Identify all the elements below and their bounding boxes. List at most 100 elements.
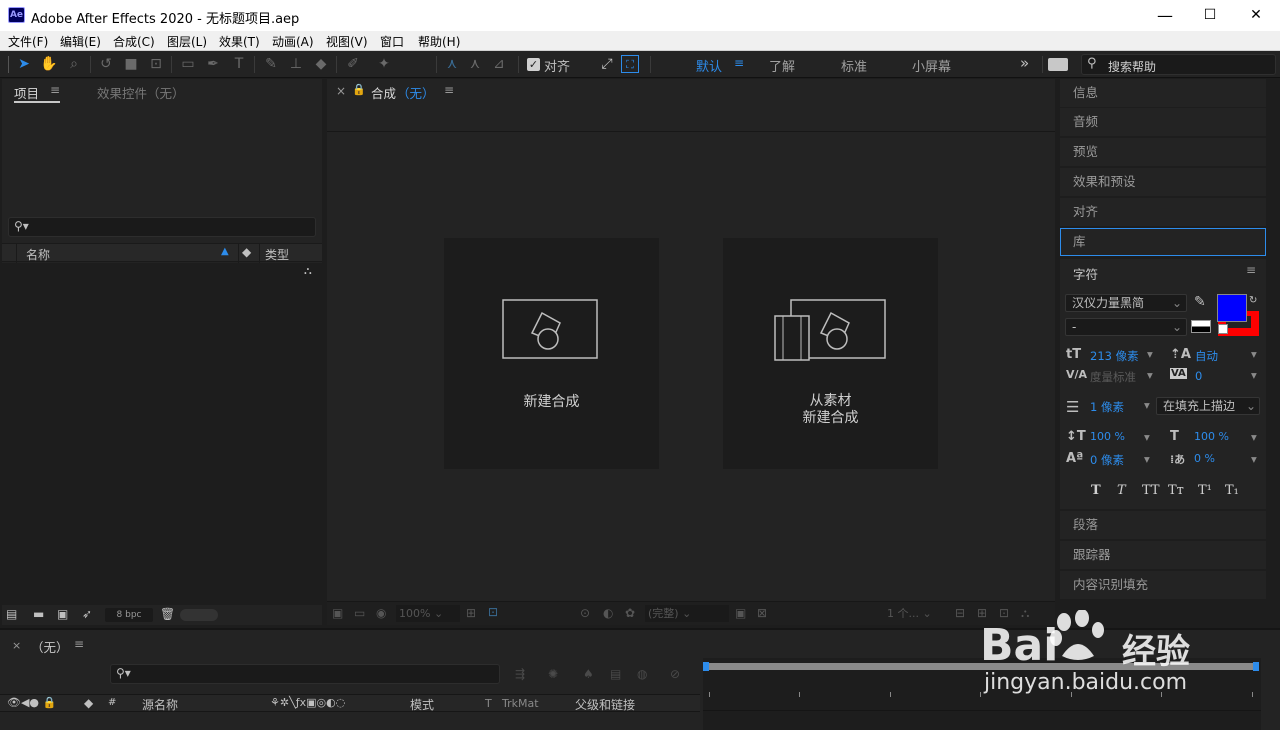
panel-tracker[interactable]: 跟踪器 [1060,541,1266,569]
camera-tool-icon[interactable]: ■ [122,55,140,73]
frame-blending-icon[interactable]: ▤ [610,667,621,681]
font-size-value[interactable]: 213 像素 [1090,348,1139,364]
eraser-tool-icon[interactable]: ◆ [312,55,330,73]
sort-ascending-icon[interactable]: ▲ [221,246,229,257]
subscript-button[interactable]: T₁ [1225,483,1239,498]
show-snapshot-icon[interactable]: ◐ [603,606,613,620]
zoom-dropdown[interactable]: 100% ⌄ [396,605,460,622]
work-area-start-handle[interactable] [703,662,709,671]
bit-depth-button[interactable]: 8 bpc [105,608,153,622]
menu-effect[interactable]: 效果(T) [219,33,260,50]
help-search-box[interactable]: ⚲ 搜索帮助 [1081,54,1276,75]
snapshot-icon[interactable]: ⊙ [580,606,590,620]
thumbnail-slider[interactable] [180,609,218,621]
view-axis-icon[interactable]: ⊿ [490,55,508,73]
black-white-swatch[interactable] [1191,320,1211,333]
fill-color-swatch[interactable] [1217,294,1247,322]
eyedropper-icon[interactable]: ✎ [1194,294,1206,310]
faux-bold-button[interactable]: T [1091,483,1101,498]
character-menu-icon[interactable]: ≡ [1246,263,1256,277]
panel-preview[interactable]: 预览 [1060,138,1266,166]
title-safe-icon[interactable]: ⊞ [466,606,476,620]
region-of-interest-icon[interactable]: ▣ [735,606,746,620]
tab-project[interactable]: 项目 [14,83,39,102]
motion-blur-icon[interactable]: ◍ [637,667,647,681]
always-preview-icon[interactable]: ▣ [332,606,343,620]
transparency-grid-icon[interactable]: ⊠ [757,606,767,620]
panel-content-aware-fill[interactable]: 内容识别填充 [1060,571,1266,599]
menu-help[interactable]: 帮助(H) [418,33,460,50]
menu-file[interactable]: 文件(F) [8,33,48,50]
no-color-swatch[interactable] [1218,324,1228,334]
trash-icon[interactable]: 🗑 [160,607,175,621]
world-axis-icon[interactable]: ⋏ [466,55,484,73]
project-menu-icon[interactable]: ≡ [50,83,60,97]
column-parent-link[interactable]: 父级和链接 [575,696,635,713]
align-checkbox[interactable]: ✓ [527,58,540,71]
panel-paragraph[interactable]: 段落 [1060,511,1266,539]
zoom-tool-icon[interactable]: ⌕ [65,55,83,73]
panel-align[interactable]: 对齐 [1060,198,1266,226]
font-style-dropdown[interactable]: - ⌄ [1065,318,1187,336]
minimize-button[interactable]: — [1142,0,1188,31]
horizontal-scale-value[interactable]: 100 % [1194,430,1229,443]
pen-tool-icon[interactable]: ✒ [204,55,222,73]
selection-tool-icon[interactable]: ➤ [15,55,33,73]
lock-icon[interactable]: 🔒 [352,83,366,96]
monitor-icon[interactable]: ▭ [354,606,365,620]
clone-stamp-tool-icon[interactable]: ⊥ [287,55,305,73]
puppet-tool-icon[interactable]: ✦ [375,55,393,73]
rotate-tool-icon[interactable]: ↺ [97,55,115,73]
new-folder-icon[interactable]: ▬ [33,607,44,621]
workspace-learn[interactable]: 了解 [769,56,795,75]
local-axis-icon[interactable]: ⋏ [443,55,461,73]
menu-layer[interactable]: 图层(L) [167,33,207,50]
column-name[interactable]: 名称 [26,246,50,263]
project-search-input[interactable]: ⚲▾ [8,217,316,237]
kerning-value[interactable]: 度量标准 [1090,369,1136,385]
layer-switches-icons[interactable]: ⚘✲╲ƒx▣◎◐◌ [270,696,345,709]
tab-effect-controls[interactable]: 效果控件（无） [97,83,185,102]
comp-menu-icon[interactable]: ≡ [444,83,454,97]
column-mode[interactable]: 模式 [410,696,434,713]
workspace-overflow-icon[interactable]: » [1020,54,1029,72]
label-tag-icon[interactable]: ◆ [84,696,93,710]
work-area-end-handle[interactable] [1253,662,1259,671]
tab-composition[interactable]: 合成 [371,83,396,102]
av-features-icons[interactable]: 👁◀● 🔒 [7,696,56,709]
new-comp-from-footage-card[interactable]: 从素材 新建合成 [723,238,938,469]
close-panel-icon[interactable]: × [336,84,346,98]
panel-effects-presets[interactable]: 效果和预设 [1060,168,1266,196]
workspace-default[interactable]: 默认 [696,56,722,75]
panel-library[interactable]: 库 [1060,228,1266,256]
views-dropdown[interactable]: 1 个... ⌄ [867,605,947,622]
layer-number-column[interactable]: # [108,697,116,708]
font-family-dropdown[interactable]: 汉仪力量黑简 ⌄ [1065,294,1187,312]
faux-italic-button[interactable]: T [1117,483,1126,498]
workspace-menu-icon[interactable]: ≡ [734,56,744,70]
leading-value[interactable]: 自动 [1195,348,1218,364]
mask-visibility-icon[interactable]: ◉ [376,606,386,620]
close-button[interactable]: ✕ [1233,0,1279,31]
pan-behind-tool-icon[interactable]: ⊡ [147,55,165,73]
render-queue-icon[interactable]: ➶ [82,607,92,621]
snap-icon[interactable]: ⤢ [598,55,616,73]
roto-brush-tool-icon[interactable]: ✐ [344,55,362,73]
column-source-name[interactable]: 源名称 [142,696,178,713]
resolution-dropdown[interactable]: (完整) ⌄ [645,605,729,622]
new-composition-icon[interactable]: ▣ [57,607,68,621]
menu-animation[interactable]: 动画(A) [272,33,314,50]
panel-audio[interactable]: 音频 [1060,108,1266,136]
brush-tool-icon[interactable]: ✎ [262,55,280,73]
timeline-menu-icon[interactable]: ≡ [74,637,84,651]
grid-icon[interactable]: ⊡ [488,605,498,619]
all-caps-button[interactable]: TT [1142,483,1160,498]
type-tool-icon[interactable]: T [230,55,248,73]
swap-colors-icon[interactable]: ↻ [1249,295,1257,306]
column-t[interactable]: T [485,697,492,710]
vertical-scale-value[interactable]: 100 % [1090,430,1125,443]
graph-editor-icon[interactable]: ⊘ [670,667,680,681]
close-timeline-icon[interactable]: × [12,639,21,652]
shy-layers-icon[interactable]: ♠ [583,667,594,681]
rectangle-tool-icon[interactable]: ▭ [179,55,197,73]
